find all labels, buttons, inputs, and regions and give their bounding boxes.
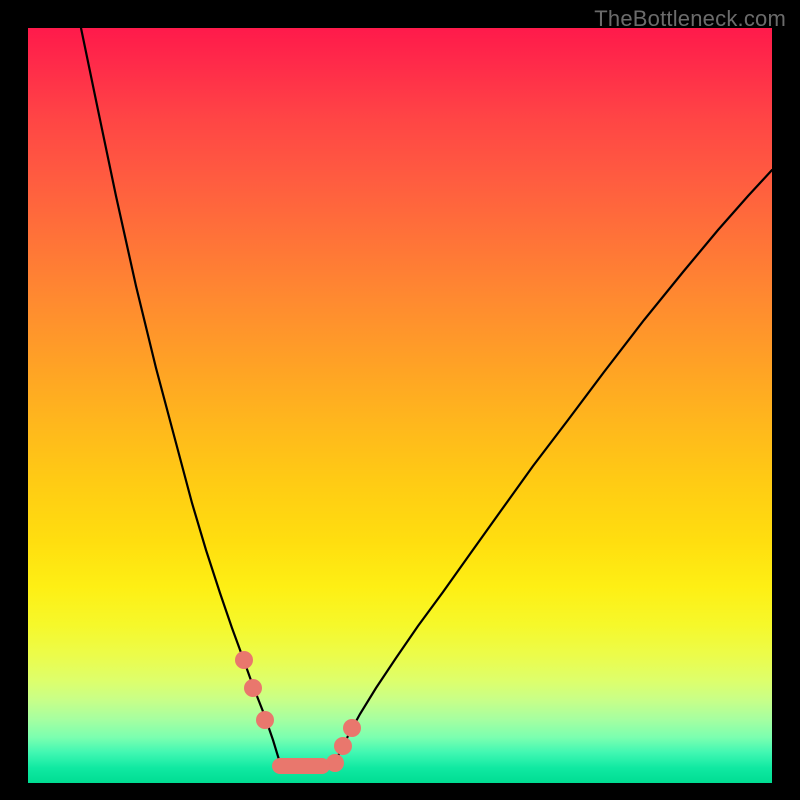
left-lower-dot: [256, 711, 274, 729]
curve-markers: [235, 651, 361, 772]
left-upper-dot: [235, 651, 253, 669]
chart-frame: TheBottleneck.com: [0, 0, 800, 800]
right-curve: [334, 170, 772, 766]
right-mid-dot: [334, 737, 352, 755]
left-curve: [81, 28, 280, 763]
plot-area: [28, 28, 772, 783]
curve-layer: [28, 28, 772, 783]
left-mid-dot: [244, 679, 262, 697]
bottom-pill: [272, 758, 330, 774]
right-upper-dot: [343, 719, 361, 737]
